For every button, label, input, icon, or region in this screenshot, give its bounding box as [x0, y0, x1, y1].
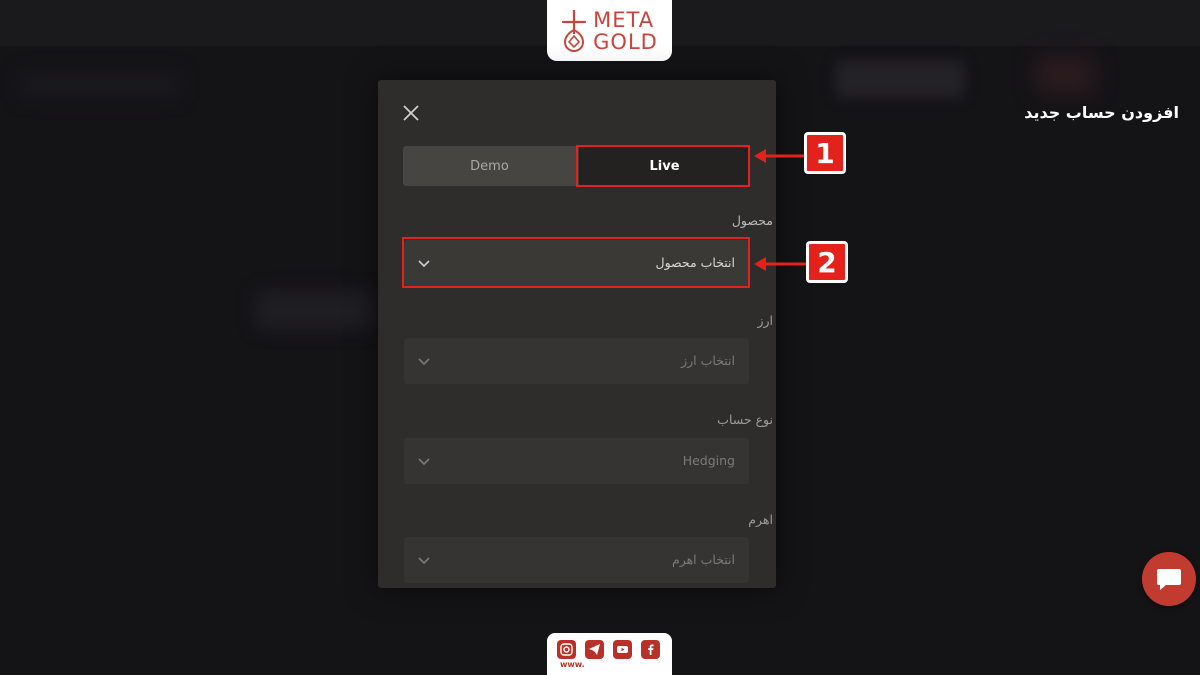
background-element — [20, 70, 180, 100]
logo-text-line1: META — [593, 7, 655, 32]
chevron-down-icon — [418, 358, 430, 366]
leverage-label: اهرم — [748, 512, 773, 527]
telegram-icon — [585, 640, 604, 659]
annotation-badge-1: 1 — [804, 132, 846, 174]
logo-mark-icon — [562, 9, 587, 52]
product-label: محصول — [731, 213, 773, 228]
youtube-icon — [613, 640, 632, 659]
chevron-down-icon — [418, 557, 430, 565]
background-element — [255, 290, 375, 330]
account-type-label: نوع حساب — [717, 412, 773, 427]
currency-select-value: انتخاب ارز — [681, 353, 735, 368]
currency-select[interactable]: انتخاب ارز — [404, 338, 749, 384]
leverage-select[interactable]: انتخاب اهرم — [404, 537, 749, 583]
chevron-down-icon — [418, 458, 430, 466]
close-icon[interactable] — [400, 102, 422, 124]
logo-text-line2: GOLD — [593, 29, 658, 54]
account-type-select[interactable]: Hedging — [404, 438, 749, 484]
facebook-icon — [641, 640, 660, 659]
leverage-select-value: انتخاب اهرم — [671, 552, 735, 567]
dialog-title: افزودن حساب جدید — [1024, 103, 1179, 122]
background-element — [1035, 55, 1095, 95]
highlight-frame-live-tab — [576, 145, 750, 187]
instagram-icon — [557, 640, 576, 659]
highlight-frame-product-select — [402, 237, 750, 288]
tab-demo[interactable]: Demo — [403, 146, 576, 186]
website-url-text: www. — [560, 660, 585, 669]
meta-gold-logo: META GOLD — [547, 0, 672, 61]
arrow-left-icon — [754, 257, 806, 271]
chat-button[interactable] — [1142, 552, 1196, 606]
currency-label: ارز — [757, 313, 773, 328]
chat-bubble-icon — [1157, 569, 1181, 590]
background-element — [835, 60, 965, 98]
account-type-select-value: Hedging — [682, 453, 735, 468]
social-links-watermark: www. — [547, 633, 672, 675]
arrow-left-icon — [754, 149, 806, 163]
annotation-badge-2: 2 — [806, 241, 848, 283]
